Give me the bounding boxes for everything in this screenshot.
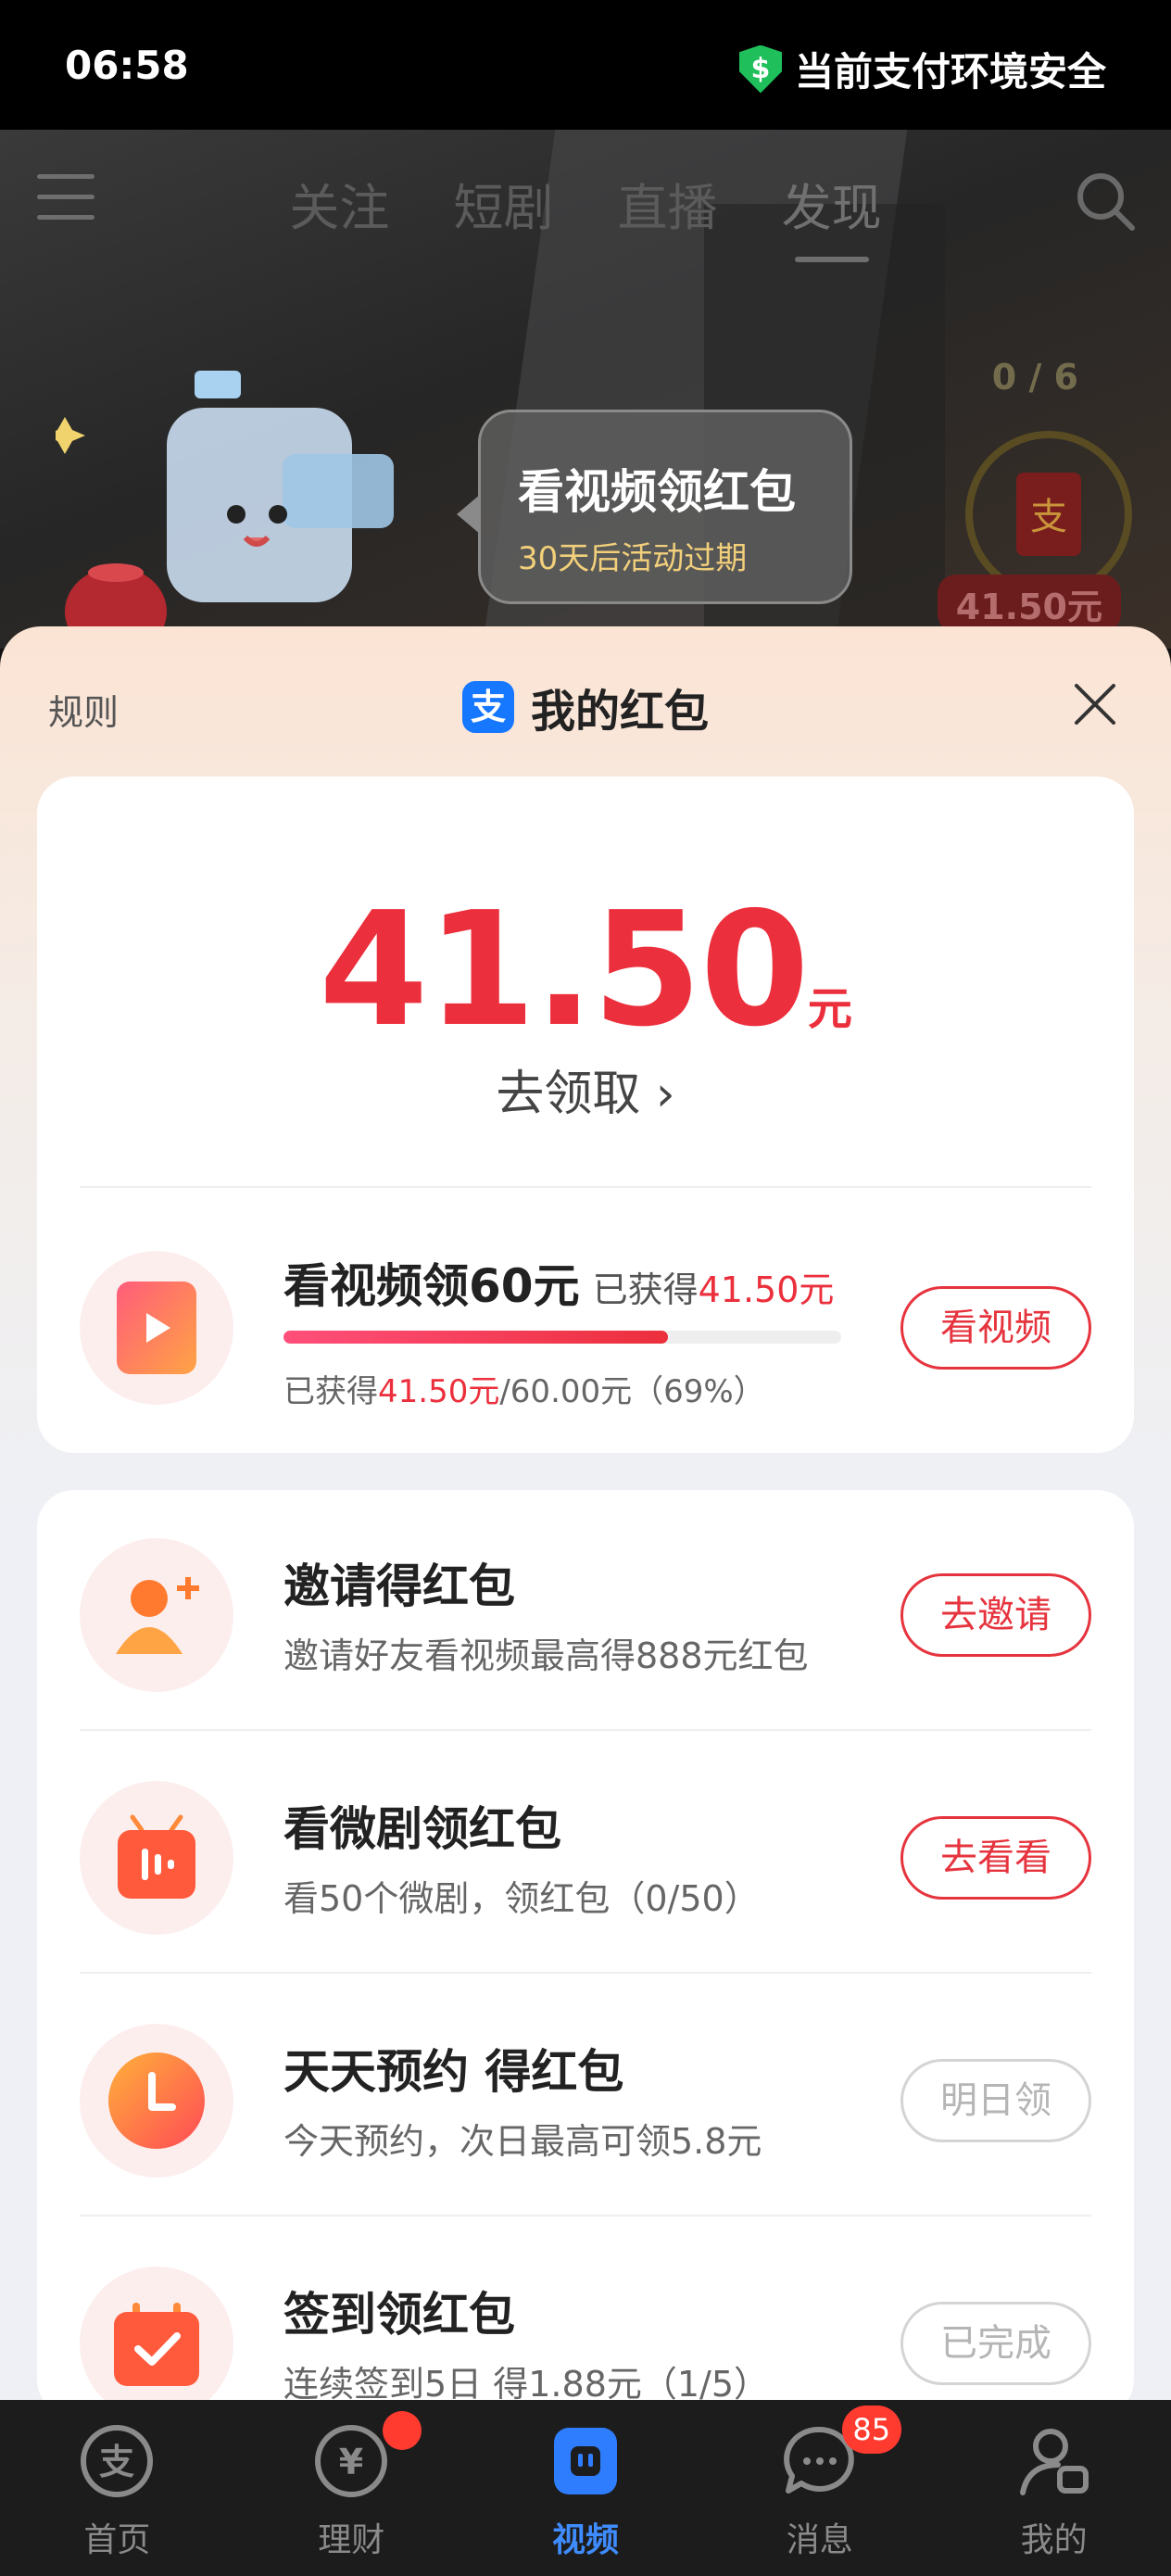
task-icon-bg — [80, 1781, 233, 1935]
task-title: 邀请得红包 — [283, 1559, 515, 1613]
promo-expiry: 30天后活动过期 — [518, 540, 748, 577]
tab-live[interactable]: 直播 — [618, 167, 718, 240]
task-subtitle: 连续签到5日 得1.88元（1/5） — [283, 2364, 770, 2405]
notification-dot — [383, 2411, 422, 2450]
watch-task-name: 看视频领60元 — [283, 1259, 580, 1313]
task-icon-bg — [80, 2267, 233, 2420]
tab-follow[interactable]: 关注 — [289, 167, 389, 240]
balance-unit: 元 — [807, 983, 852, 1035]
task-list-card: 邀请得红包 邀请好友看视频最高得888元红包 去邀请 看微剧领红包 看50个微剧… — [37, 1490, 1134, 2420]
invite-button[interactable]: 去邀请 — [900, 1573, 1091, 1657]
clock-icon — [108, 2052, 205, 2149]
tab-label: 消息 — [786, 2521, 853, 2559]
divider — [80, 1186, 1091, 1188]
task-icon-bg — [80, 2024, 233, 2178]
tab-label: 理财 — [318, 2521, 385, 2559]
promo-bubble: 看视频领红包 30天后活动过期 — [457, 410, 852, 604]
tab-home[interactable]: 支 首页 — [0, 2400, 234, 2576]
daily-reserve-task: 天天预约 得红包 今天预约，次日最高可领5.8元 明日领 — [37, 1994, 1134, 2198]
svg-text:支: 支 — [99, 2442, 134, 2482]
sheet-title: 支 我的红包 — [0, 675, 1171, 739]
tab-label: 视频 — [551, 2521, 619, 2559]
divider — [80, 1972, 1091, 1974]
watch-progress-fill — [283, 1331, 669, 1344]
profile-icon — [1019, 2429, 1089, 2495]
video-counter: 0 / 6 — [991, 357, 1078, 398]
tab-profile[interactable]: 我的 — [937, 2400, 1171, 2576]
sheet-title-text: 我的红包 — [530, 686, 709, 738]
tab-video[interactable]: 视频 — [469, 2400, 703, 2576]
completed-button[interactable]: 已完成 — [900, 2302, 1091, 2385]
tab-discover[interactable]: 发现 — [782, 167, 882, 262]
red-envelope-icon: 支 — [1016, 473, 1081, 556]
calendar-check-icon — [114, 2303, 199, 2386]
divider — [80, 2215, 1091, 2216]
task-subtitle: 看50个微剧，领红包（0/50） — [283, 1878, 760, 1919]
claim-tomorrow-button[interactable]: 明日领 — [900, 2059, 1091, 2142]
tab-wealth[interactable]: ¥ 理财 — [234, 2400, 469, 2576]
message-badge: 85 — [841, 2406, 901, 2454]
task-title: 签到领红包 — [283, 2288, 515, 2342]
watch-progress-bar — [283, 1331, 841, 1344]
search-icon[interactable] — [1075, 170, 1136, 232]
go-watch-button[interactable]: 去看看 — [900, 1816, 1091, 1900]
watch-task-obtained: 已获得41.50元 — [592, 1269, 835, 1310]
video-background: 关注 短剧 直播 发现 0 / 6 支 41.50元 看视频领红包 30天后活动… — [0, 130, 1171, 649]
close-icon[interactable] — [1071, 680, 1119, 728]
watch-video-button[interactable]: 看视频 — [900, 1286, 1091, 1370]
divider — [80, 1729, 1091, 1731]
balance-amount: 41.50元 — [37, 878, 1134, 1062]
task-subtitle: 今天预约，次日最高可领5.8元 — [283, 2121, 762, 2162]
alipay-home-icon: 支 — [81, 2425, 154, 2497]
tab-label: 我的 — [1020, 2521, 1088, 2559]
tab-label: 首页 — [83, 2521, 151, 2559]
mascot-illustration — [56, 371, 394, 649]
task-icon-bg — [80, 1251, 233, 1405]
alipay-logo-icon: 支 — [461, 681, 514, 733]
top-nav: 关注 短剧 直播 发现 — [0, 167, 1171, 262]
invite-user-icon — [116, 1577, 199, 1654]
tab-short-drama[interactable]: 短剧 — [453, 167, 553, 240]
balance-number: 41.50 — [319, 878, 810, 1062]
watch-video-task: 看视频领60元 已获得41.50元 已获得41.50元/60.00元（69%） 看… — [37, 1221, 1134, 1425]
security-text: 当前支付环境安全 — [794, 49, 1106, 95]
sheet-header: 规则 支 我的红包 — [0, 626, 1171, 780]
task-icon-bg — [80, 1538, 233, 1692]
task-title: 天天预约 得红包 — [283, 2045, 624, 2099]
task-title: 看微剧领红包 — [283, 1802, 561, 1856]
payment-security-indicator: $ 当前支付环境安全 — [738, 41, 1106, 97]
status-time: 06:58 — [65, 43, 189, 88]
bottom-tab-bar: 支 首页 ¥ 理财 视频 85 消息 我的 — [0, 2400, 1171, 2576]
watch-task-title: 看视频领60元 已获得41.50元 — [283, 1249, 834, 1316]
my-red-packet-sheet: 规则 支 我的红包 41.50元 去领取 › 看视频领60元 已获得41.50元… — [0, 626, 1171, 2420]
video-icon — [553, 2428, 617, 2494]
shield-icon: $ — [738, 44, 782, 94]
wealth-icon: ¥ — [315, 2425, 388, 2497]
claim-button[interactable]: 去领取 › — [37, 1054, 1134, 1124]
promo-title: 看视频领红包 — [518, 465, 796, 519]
mini-drama-task: 看微剧领红包 看50个微剧，领红包（0/50） 去看看 — [37, 1751, 1134, 1955]
task-subtitle: 邀请好友看视频最高得888元红包 — [283, 1635, 809, 1676]
mini-drama-tv-icon — [118, 1814, 195, 1899]
balance-card: 41.50元 去领取 › 看视频领60元 已获得41.50元 已获得41.50元/… — [37, 777, 1134, 1453]
invite-task: 邀请得红包 邀请好友看视频最高得888元红包 去邀请 — [37, 1509, 1134, 1712]
red-packet-progress-ring[interactable]: 支 — [965, 431, 1132, 598]
watch-progress-text: 已获得41.50元/60.00元（69%） — [283, 1373, 765, 1410]
svg-text:¥: ¥ — [339, 2442, 363, 2482]
tab-messages[interactable]: 85 消息 — [702, 2400, 937, 2576]
play-video-icon — [117, 1282, 196, 1374]
status-bar: 06:58 $ 当前支付环境安全 — [0, 0, 1171, 130]
red-packet-amount-tag: 41.50元 — [937, 575, 1121, 633]
